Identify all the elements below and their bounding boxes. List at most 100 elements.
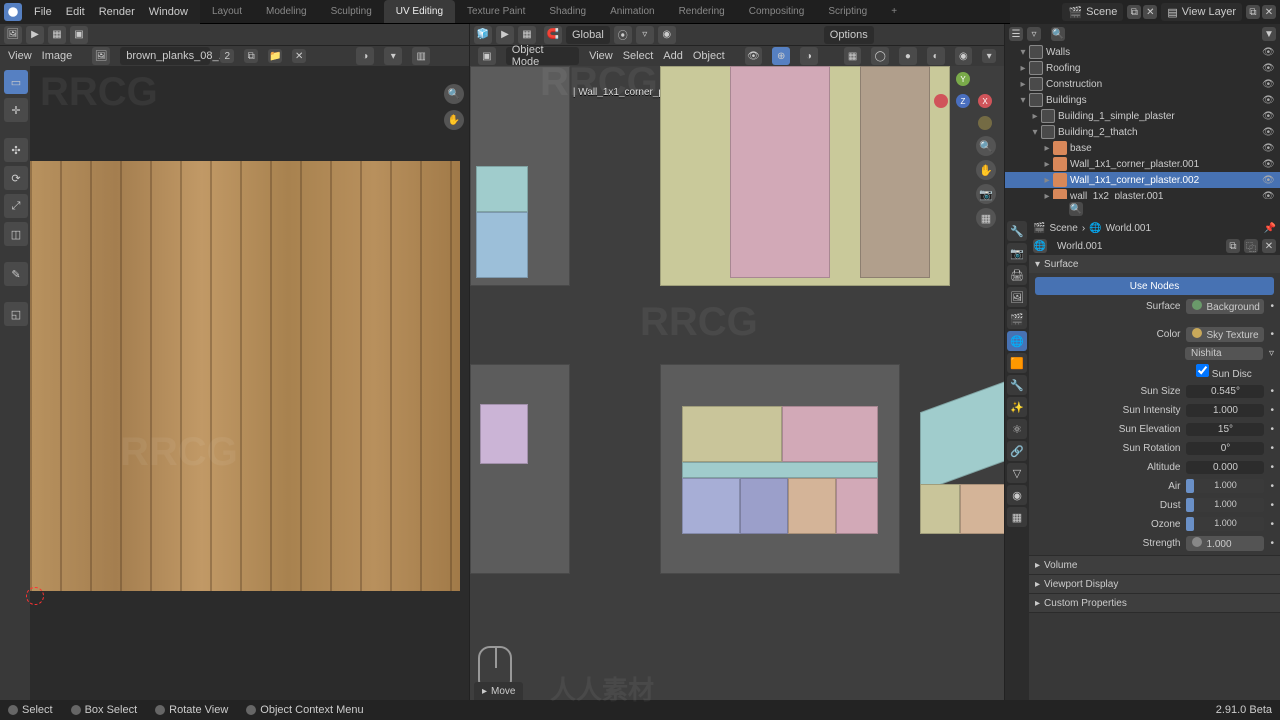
- filter-icon[interactable]: ▼: [1262, 27, 1276, 41]
- visibility-eye-icon[interactable]: 👁: [1262, 63, 1276, 74]
- overlay-toggle-icon[interactable]: ◑: [800, 47, 818, 65]
- tree-row[interactable]: ▸Construction👁: [1005, 76, 1280, 92]
- tool-rotate[interactable]: ⟳: [4, 166, 28, 190]
- tab-scene-icon[interactable]: 🎬: [1007, 309, 1027, 329]
- layer-new-icon[interactable]: ⧉: [1246, 5, 1260, 19]
- shading-dropdown-icon[interactable]: ▾: [982, 49, 996, 63]
- editor-type-icon[interactable]: 🖼: [4, 26, 22, 44]
- shading-solid-icon[interactable]: ●: [899, 47, 917, 65]
- persp-icon[interactable]: ▦: [976, 208, 996, 228]
- tool-cursor[interactable]: ✛: [4, 98, 28, 122]
- outliner-type-icon[interactable]: ☰: [1009, 27, 1023, 41]
- uv-sel-mode-icon[interactable]: ▣: [70, 26, 88, 44]
- tool-rip[interactable]: ◱: [4, 302, 28, 326]
- uv-channels-icon[interactable]: ▥: [412, 47, 430, 65]
- tool-move[interactable]: ✣: [4, 138, 28, 162]
- tab-viewlayer-icon[interactable]: 🖼: [1007, 287, 1027, 307]
- tree-row[interactable]: ▸Roofing👁: [1005, 60, 1280, 76]
- twist-icon[interactable]: ▸: [1017, 63, 1029, 74]
- tree-row[interactable]: ▸wall_1x2_plaster.001👁: [1005, 188, 1280, 199]
- tab-physics-icon[interactable]: ⚛: [1007, 419, 1027, 439]
- tree-row[interactable]: ▾Buildings👁: [1005, 92, 1280, 108]
- menu-render[interactable]: Render: [93, 6, 141, 18]
- tab-scripting[interactable]: Scripting: [816, 0, 879, 23]
- tab-modeling[interactable]: Modeling: [254, 0, 319, 23]
- dust-slider[interactable]: 1.000: [1186, 498, 1264, 512]
- snap-icon[interactable]: 🧲: [544, 26, 562, 44]
- strength-input[interactable]: 1.000: [1186, 536, 1264, 551]
- pan-hand-icon[interactable]: ✋: [444, 110, 464, 130]
- visibility-eye-icon[interactable]: 👁: [1262, 191, 1276, 200]
- tree-row[interactable]: ▸Wall_1x1_corner_plaster.002👁: [1005, 172, 1280, 188]
- color-value[interactable]: Sky Texture: [1186, 327, 1264, 342]
- vp-menu-object[interactable]: Object: [693, 50, 725, 62]
- axis-y-icon[interactable]: Y: [956, 72, 970, 86]
- tab-compositing[interactable]: Compositing: [737, 0, 817, 23]
- tab-uv-editing[interactable]: UV Editing: [384, 0, 455, 23]
- tab-texture-icon[interactable]: ▦: [1007, 507, 1027, 527]
- zoom-icon[interactable]: 🔍: [976, 136, 996, 156]
- pan-icon[interactable]: ✋: [976, 160, 996, 180]
- uv-play-icon[interactable]: ▶: [26, 26, 44, 44]
- viewport-play-icon[interactable]: ▶: [496, 26, 514, 44]
- twist-icon[interactable]: ▾: [1029, 127, 1041, 138]
- use-nodes-button[interactable]: Use Nodes: [1035, 277, 1274, 295]
- tab-output-icon[interactable]: 🖨: [1007, 265, 1027, 285]
- tool-annotate[interactable]: ✎: [4, 262, 28, 286]
- surface-value[interactable]: Background: [1186, 299, 1264, 314]
- mode-selector[interactable]: Object Mode: [506, 47, 579, 65]
- shading-matprev-icon[interactable]: ◐: [927, 47, 945, 65]
- tab-sculpting[interactable]: Sculpting: [319, 0, 384, 23]
- tree-row[interactable]: ▸base👁: [1005, 140, 1280, 156]
- tab-render-icon[interactable]: 📷: [1007, 243, 1027, 263]
- tree-row[interactable]: ▸Building_1_simple_plaster👁: [1005, 108, 1280, 124]
- tab-modifiers-icon[interactable]: 🔧: [1007, 375, 1027, 395]
- uv-overlay-icon[interactable]: ◑: [356, 47, 374, 65]
- tab-rendering[interactable]: Rendering: [667, 0, 737, 23]
- prop-edit-icon[interactable]: ◉: [658, 26, 676, 44]
- panel-custom-props-header[interactable]: ▸Custom Properties: [1029, 594, 1280, 612]
- twist-icon[interactable]: ▸: [1029, 111, 1041, 122]
- tab-material-icon[interactable]: ◉: [1007, 485, 1027, 505]
- panel-viewport-display-header[interactable]: ▸Viewport Display: [1029, 575, 1280, 593]
- tool-transform[interactable]: ◫: [4, 222, 28, 246]
- world-name-field[interactable]: World.001: [1051, 237, 1222, 255]
- image-name-field[interactable]: brown_planks_08_...: [120, 47, 210, 65]
- world-new-icon[interactable]: ⧉: [1226, 239, 1240, 253]
- altitude-input[interactable]: 0.000: [1186, 461, 1264, 474]
- panel-surface-header[interactable]: ▾Surface: [1029, 255, 1280, 273]
- image-open-icon[interactable]: 📁: [268, 49, 282, 63]
- menu-window[interactable]: Window: [143, 6, 194, 18]
- uv-sync-icon[interactable]: ▦: [48, 26, 66, 44]
- vp-menu-view[interactable]: View: [589, 50, 613, 62]
- vp-menu-add[interactable]: Add: [663, 50, 683, 62]
- orientation-field[interactable]: Global: [566, 26, 610, 44]
- scene-selector[interactable]: 🎬Scene: [1062, 3, 1123, 21]
- world-unlink-icon[interactable]: ✕: [1262, 239, 1276, 253]
- ozone-slider[interactable]: 1.000: [1186, 517, 1264, 531]
- twist-icon[interactable]: ▸: [1017, 79, 1029, 90]
- tab-tool-icon[interactable]: 🔧: [1007, 221, 1027, 241]
- search-icon[interactable]: 🔍: [1051, 27, 1065, 41]
- panel-volume-header[interactable]: ▸Volume: [1029, 556, 1280, 574]
- gizmo-toggle-icon[interactable]: ⊕: [772, 47, 790, 65]
- options-dropdown[interactable]: Options: [824, 26, 874, 44]
- uv-menu-view[interactable]: View: [8, 50, 32, 62]
- outliner-display-icon[interactable]: ▿: [1027, 27, 1041, 41]
- world-copy-icon[interactable]: ⿻: [1244, 239, 1258, 253]
- sun-intensity-input[interactable]: 1.000: [1186, 404, 1264, 417]
- shading-rendered-icon[interactable]: ◉: [955, 47, 973, 65]
- twist-icon[interactable]: ▾: [1017, 47, 1029, 58]
- tree-row[interactable]: ▸Wall_1x1_corner_plaster.001👁: [1005, 156, 1280, 172]
- visibility-eye-icon[interactable]: 👁: [1262, 127, 1276, 138]
- vp-menu-select[interactable]: Select: [623, 50, 654, 62]
- menu-file[interactable]: File: [28, 6, 58, 18]
- axis-x-icon[interactable]: X: [978, 94, 992, 108]
- pivot-icon[interactable]: ⦿: [614, 26, 632, 44]
- outliner-search-input-2[interactable]: [1087, 202, 1276, 216]
- sun-elevation-input[interactable]: 15°: [1186, 423, 1264, 436]
- tab-constraints-icon[interactable]: 🔗: [1007, 441, 1027, 461]
- tab-texture-paint[interactable]: Texture Paint: [455, 0, 537, 23]
- axis-neg-icon[interactable]: [934, 94, 948, 108]
- nav-gizmo[interactable]: Y Z X: [934, 72, 994, 132]
